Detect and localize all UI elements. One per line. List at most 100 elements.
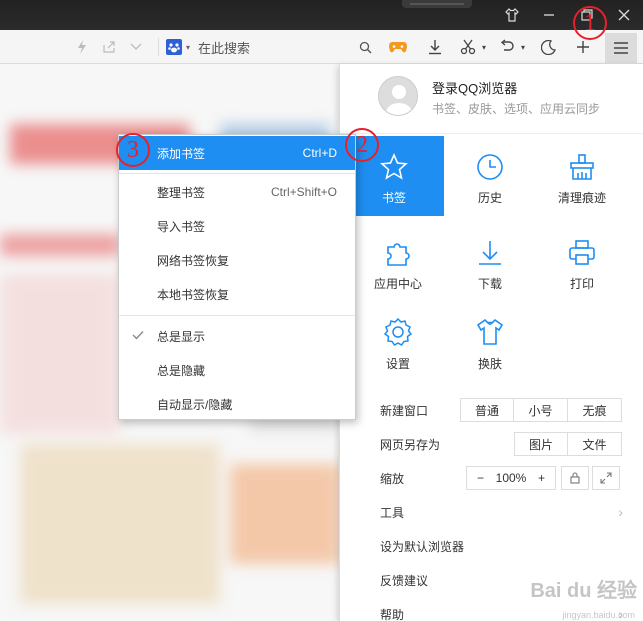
menu-item-shortcut: Ctrl+Shift+O [270,185,337,199]
menu-item-restore-network[interactable]: 网络书签恢复 [119,243,355,277]
avatar[interactable] [378,76,418,116]
shirt-icon [476,318,504,345]
tools-label: 工具 [380,505,405,520]
bookmark-submenu: 添加书签 Ctrl+D 整理书签 Ctrl+Shift+O 导入书签 网络书签恢… [118,134,356,420]
grid-label: 换肤 [477,357,502,371]
zoom-out-button[interactable]: − [477,471,484,485]
grid-item-print[interactable]: 打印 [532,222,632,302]
download-icon[interactable] [426,37,444,57]
grid-label: 下载 [477,277,502,291]
grid-label: 历史 [477,191,502,205]
lightning-icon[interactable] [74,37,90,57]
minimize-button[interactable] [538,5,560,25]
skin-shirt-icon[interactable] [501,5,523,25]
menu-item-import-bookmarks[interactable]: 导入书签 [119,209,355,243]
login-title[interactable]: 登录QQ浏览器 [432,78,517,97]
grid-item-download[interactable]: 下载 [440,222,540,302]
blurred-nav [0,234,120,256]
puzzle-icon [387,243,410,266]
undo-dropdown-icon[interactable]: ▾ [519,37,527,57]
menu-separator [119,315,355,316]
menu-item-tools[interactable]: 工具 [380,500,640,524]
menu-item-label: 导入书签 [157,219,206,234]
blurred-image [20,444,220,604]
printer-icon [569,240,595,265]
zoom-control: − 100% + [466,466,556,490]
drag-handle[interactable] [402,0,472,8]
search-input[interactable]: 在此搜索 [198,37,250,57]
toolbar: ▾ 在此搜索 ▾ ▾ [0,30,643,64]
scissors-dropdown-icon[interactable]: ▾ [480,37,488,57]
search-icon[interactable] [357,37,373,57]
menu-item-shortcut: Ctrl+D [302,146,337,160]
lock-icon [570,472,580,484]
new-window-normal-button[interactable]: 普通 [460,398,514,422]
lock-zoom-button[interactable] [561,466,589,490]
engine-dropdown-icon[interactable]: ▾ [184,37,192,57]
annotation-2: 2 [345,128,379,162]
main-menu-button[interactable] [605,33,637,63]
menu-item-auto-show-hide[interactable]: 自动显示/隐藏 [119,387,355,421]
menu-item-always-hide[interactable]: 总是隐藏 [119,353,355,387]
chevron-down-icon[interactable] [128,37,144,57]
menu-separator [119,173,355,174]
undo-icon[interactable] [497,37,517,57]
new-window-label: 新建窗口 [380,403,429,418]
grid-label: 书签 [381,191,406,205]
menu-item-help[interactable]: 帮助 [380,602,404,621]
menu-item-label: 自动显示/隐藏 [157,397,233,412]
zoom-in-button[interactable]: + [538,471,545,485]
grid-item-history[interactable]: 历史 [440,136,540,216]
menu-item-set-default[interactable]: 设为默认浏览器 [380,534,464,558]
plus-icon[interactable] [574,37,592,57]
gear-icon [383,317,413,346]
chevron-right-icon: › [618,504,623,520]
star-icon [380,153,408,180]
menu-item-label: 本地书签恢复 [157,287,230,302]
menu-item-organize-bookmarks[interactable]: 整理书签 Ctrl+Shift+O [119,175,355,209]
toolbar-divider [158,38,159,56]
grid-label: 设置 [385,357,410,371]
menu-item-label: 添加书签 [157,146,206,161]
save-as-file-button[interactable]: 文件 [567,432,622,456]
grid-label: 应用中心 [373,277,422,291]
close-button[interactable] [613,5,635,25]
new-window-small-button[interactable]: 小号 [513,398,568,422]
menu-item-restore-local[interactable]: 本地书签恢复 [119,277,355,311]
menu-item-always-show[interactable]: 总是显示 [119,319,355,353]
blurred-sidebar [0,274,120,434]
grid-item-clean-traces[interactable]: 清理痕迹 [532,136,632,216]
save-as-label: 网页另存为 [380,437,441,452]
menu-item-add-bookmark[interactable]: 添加书签 Ctrl+D [119,136,355,170]
expand-icon [600,472,612,484]
account-section[interactable]: 登录QQ浏览器 书签、皮肤、选项、应用云同步 [340,64,643,134]
login-subtitle: 书签、皮肤、选项、应用云同步 [432,102,601,116]
grid-label: 清理痕迹 [557,191,606,205]
grid-item-skin[interactable]: 换肤 [440,302,540,382]
annotation-3: 3 [116,133,150,167]
baidu-paw-icon[interactable] [166,37,182,57]
clock-icon [477,154,503,180]
zoom-label: 缩放 [380,471,405,486]
menu-item-label: 总是显示 [157,329,206,344]
save-as-image-button[interactable]: 图片 [514,432,568,456]
menu-item-feedback[interactable]: 反馈建议 [380,568,428,592]
grid-item-app-center[interactable]: 应用中心 [348,222,448,302]
moon-icon[interactable] [538,37,558,57]
share-icon[interactable] [100,37,118,57]
checkmark-icon [132,329,144,343]
grid-label: 打印 [569,277,594,291]
broom-icon [570,154,594,180]
scissors-icon[interactable] [458,37,478,57]
fullscreen-button[interactable] [592,466,620,490]
new-window-incognito-button[interactable]: 无痕 [567,398,622,422]
annotation-1: 1 [573,6,607,40]
title-bar [0,0,643,30]
gamepad-icon[interactable] [387,37,409,57]
watermark-url: jingyan.baidu.com [562,610,635,620]
menu-item-label: 网络书签恢复 [157,253,230,268]
download-icon [479,241,501,265]
grid-item-settings[interactable]: 设置 [348,302,448,382]
baidu-watermark: Bai du 经验 [530,580,637,602]
menu-item-label: 整理书签 [157,185,206,200]
